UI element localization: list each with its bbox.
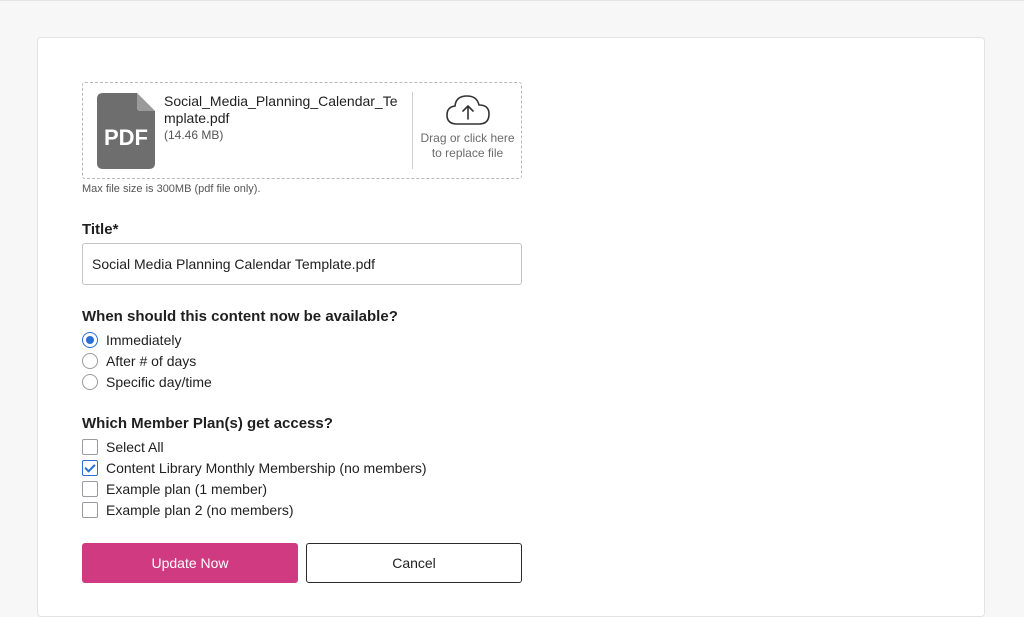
file-name: Social_Media_Planning_Calendar_Template.… (164, 93, 398, 126)
checkbox-example-plan[interactable]: Example plan (1 member) (82, 480, 267, 498)
checkbox[interactable] (82, 460, 98, 476)
member-plans-label: Which Member Plan(s) get access? (82, 415, 333, 432)
file-upload-box: PDF Social_Media_Planning_Calendar_Templ… (82, 82, 522, 179)
checkbox[interactable] (82, 502, 98, 518)
title-input[interactable] (82, 243, 522, 285)
checkbox-label: Content Library Monthly Membership (no m… (106, 460, 427, 476)
max-file-size-note: Max file size is 300MB (pdf file only). (82, 183, 261, 195)
radio-label: Specific day/time (106, 374, 212, 390)
checkbox[interactable] (82, 439, 98, 455)
radio-label: After # of days (106, 353, 197, 369)
checkbox-content-library-monthly[interactable]: Content Library Monthly Membership (no m… (82, 459, 427, 477)
checkbox-example-plan-2[interactable]: Example plan 2 (no members) (82, 501, 294, 519)
availability-label: When should this content now be availabl… (82, 308, 398, 325)
replace-file-dropzone[interactable]: Drag or click here to replace file (414, 89, 521, 173)
file-size: (14.46 MB) (164, 128, 224, 142)
checkbox-label: Example plan 2 (no members) (106, 502, 294, 518)
cloud-upload-icon (445, 95, 490, 125)
update-now-button[interactable]: Update Now (82, 543, 298, 583)
pdf-file-icon: PDF (97, 93, 155, 169)
radio-label: Immediately (106, 332, 182, 348)
upload-divider (412, 92, 413, 169)
radio-button[interactable] (82, 353, 98, 369)
radio-immediately[interactable]: Immediately (82, 331, 181, 349)
radio-after-days[interactable]: After # of days (82, 352, 196, 370)
replace-file-hint: Drag or click here to replace file (420, 131, 515, 160)
checkbox-label: Select All (106, 439, 164, 455)
checkbox[interactable] (82, 481, 98, 497)
radio-button[interactable] (82, 374, 98, 390)
checkbox-label: Example plan (1 member) (106, 481, 268, 497)
cancel-button[interactable]: Cancel (306, 543, 522, 583)
top-divider (0, 0, 1024, 1)
pdf-icon-label: PDF (104, 125, 148, 150)
radio-specific-day-time[interactable]: Specific day/time (82, 373, 212, 391)
title-label: Title* (82, 221, 119, 238)
radio-button[interactable] (82, 332, 98, 348)
checkbox-select-all[interactable]: Select All (82, 438, 164, 456)
